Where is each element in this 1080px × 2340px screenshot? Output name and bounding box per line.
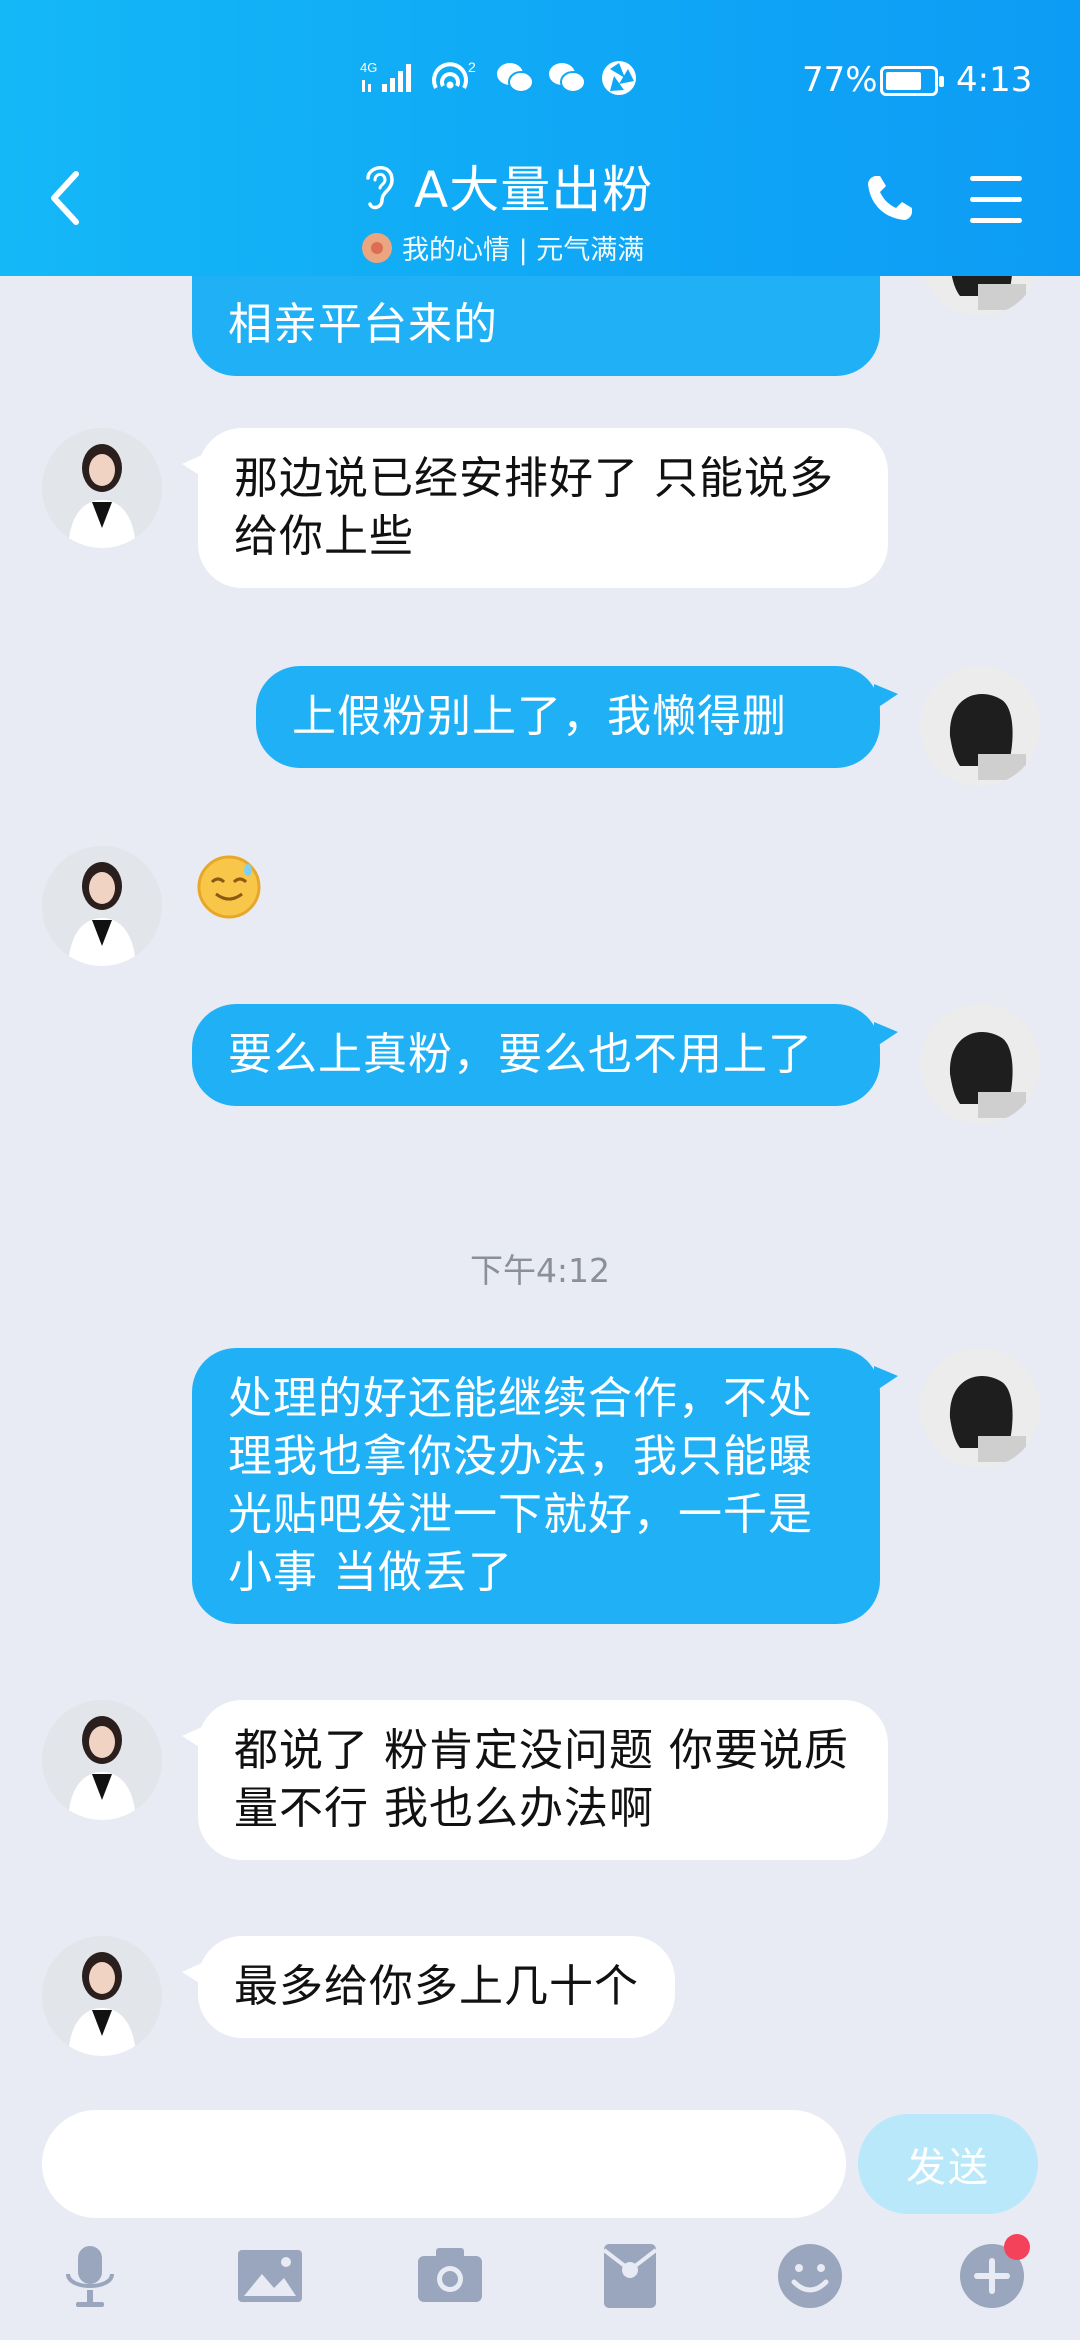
chat-title: A大量出粉 [414,161,654,219]
message-bubble-outgoing[interactable]: 要么上真粉，要么也不用上了 [192,1004,898,1106]
message-bubble-outgoing[interactable]: 上假粉别上了，我懒得删 [256,666,898,768]
status-icons: 4G 2 [360,58,638,98]
menu-button[interactable] [970,176,1022,224]
chat-title-block[interactable]: A大量出粉 我的心情 | 元气满满 [360,150,720,267]
signal-icon: 4G [360,60,411,92]
message-bubble-incoming[interactable]: 最多给你多上几十个 [182,1936,675,2038]
camera-icon[interactable] [414,2240,486,2312]
contact-avatar[interactable] [42,1936,162,2056]
avatar-photo [920,276,1040,316]
message-input[interactable] [42,2110,846,2218]
hotspot-count: 2 [468,59,476,75]
ear-icon [366,166,394,210]
composer: 发送 [0,2106,1080,2340]
message-bubble-incoming[interactable]: 都说了 粉肯定没问题 你要说质量不行 我也么办法啊 [182,1700,888,1860]
message-text: 上假粉别上了，我懒得删 [292,691,787,742]
message-text: 最多给你多上几十个 [234,1961,639,2012]
image-icon[interactable] [234,2240,306,2312]
phone-call-icon[interactable] [862,170,918,226]
message-text: 相亲平台来的 [228,299,498,350]
chat-subtitle: 我的心情 | 元气满满 [402,235,645,266]
back-arrow-icon[interactable] [44,166,88,230]
avatar-photo [42,1936,162,2056]
battery-icon [880,66,944,96]
composer-toolbar [0,2234,1080,2320]
wechat-icon [497,63,534,93]
microphone-icon[interactable] [54,2240,126,2312]
message-text: 那边说已经安排好了 只能说多给你上些 [234,453,834,562]
message-bubble-outgoing[interactable]: 处理的好还能继续合作，不处理我也拿你没办法，我只能曝光贴吧发泄一下就好，一千是小… [192,1348,898,1624]
status-bar: 4G 2 77% 4:13 [0,52,1080,108]
emoji-icon[interactable] [774,2240,846,2312]
my-avatar[interactable] [920,1004,1040,1124]
avatar-photo [920,1004,1040,1124]
red-packet-icon[interactable] [594,2240,666,2312]
status-time: 4:13 [956,60,1033,100]
contact-avatar[interactable] [42,846,162,966]
network-type-label: 4G [360,60,377,75]
avatar-photo [42,428,162,548]
wechat-icon-2 [549,63,586,93]
avatar-photo [920,1348,1040,1468]
message-bubble-outgoing[interactable]: 相亲平台来的 [192,276,880,376]
message-list[interactable]: 相亲平台来的 那边说已经安排好了 只能说多给你上些 上假粉别上了，我懒得删 要么… [0,276,1080,2106]
battery-percent: 77% [802,60,878,100]
avatar-photo [920,666,1040,786]
notification-badge [1004,2234,1030,2260]
plus-button[interactable] [956,2234,1030,2312]
contact-avatar[interactable] [42,428,162,548]
avatar-photo [42,1700,162,1820]
message-bubble-incoming[interactable]: 那边说已经安排好了 只能说多给你上些 [182,428,888,588]
my-avatar[interactable] [920,276,1040,316]
time-separator: 下午4:12 [469,1251,611,1290]
hotspot-icon: 2 [432,59,476,89]
send-button[interactable]: 发送 [858,2114,1038,2214]
message-text: 要么上真粉，要么也不用上了 [228,1029,813,1080]
avatar-photo [42,846,162,966]
my-avatar[interactable] [920,666,1040,786]
my-avatar[interactable] [920,1348,1040,1468]
contact-avatar[interactable] [42,1700,162,1820]
message-text: 处理的好还能继续合作，不处理我也拿你没办法，我只能曝光贴吧发泄一下就好，一千是小… [228,1373,813,1598]
chat-header: 4G 2 77% 4:13 A大量出粉 我的心情 | 元气满满 [0,0,1080,276]
message-text: 都说了 粉肯定没问题 你要说质量不行 我也么办法啊 [234,1725,849,1834]
battery-level [886,72,922,90]
mood-icon [362,232,392,263]
aperture-icon [602,61,636,95]
sweat-smile-emoji-icon[interactable] [196,854,262,920]
